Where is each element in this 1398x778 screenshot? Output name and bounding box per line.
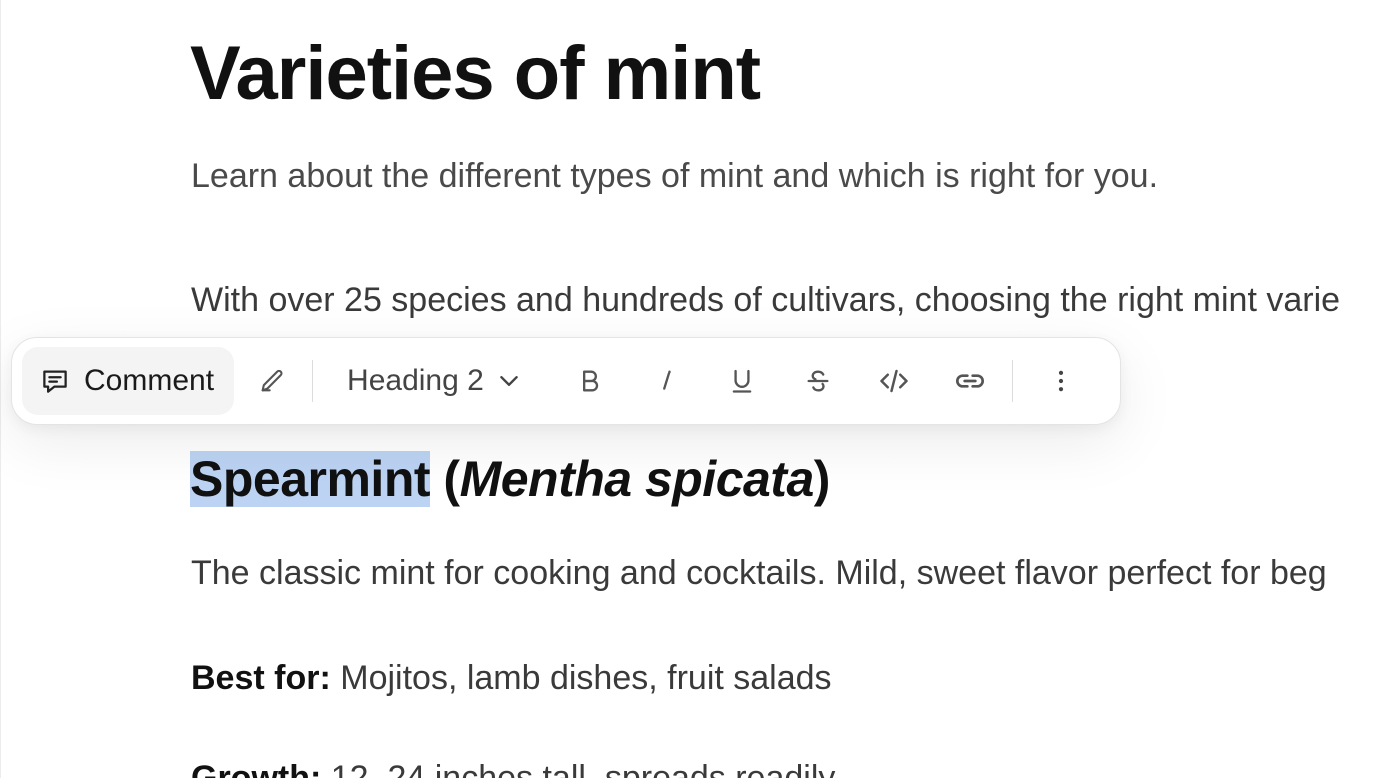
link-icon: [954, 365, 986, 397]
bold-icon: [576, 367, 604, 395]
link-button[interactable]: [940, 351, 1000, 411]
selected-text[interactable]: Spearmint: [190, 451, 431, 507]
intro-paragraph[interactable]: With over 25 species and hundreds of cul…: [191, 280, 1340, 320]
italic-icon: [652, 367, 680, 395]
text-style-dropdown[interactable]: Heading 2: [335, 351, 534, 411]
strikethrough-icon: [804, 367, 832, 395]
comment-label: Comment: [84, 364, 215, 397]
toolbar-divider: [312, 360, 314, 402]
underline-icon: [728, 367, 756, 395]
edit-button[interactable]: [242, 351, 302, 411]
document-subtitle[interactable]: Learn about the different types of mint …: [191, 156, 1158, 196]
more-vertical-icon: [1047, 367, 1075, 395]
best-for-value: Mojitos, lamb dishes, fruit salads: [330, 659, 832, 697]
comment-button[interactable]: Comment: [22, 347, 235, 415]
toolbar-divider-2: [1011, 360, 1013, 402]
growth-label: Growth:: [191, 759, 322, 778]
code-icon: [879, 366, 909, 396]
growth-line[interactable]: Growth: 12–24 inches tall, spreads readi…: [191, 758, 835, 778]
heading-scientific-name: Mentha spicata: [459, 451, 815, 507]
code-button[interactable]: [864, 351, 924, 411]
italic-button[interactable]: [636, 351, 696, 411]
heading-paren-close: ): [813, 451, 831, 507]
section-heading[interactable]: Spearmint (Mentha spicata): [190, 444, 830, 514]
strikethrough-button[interactable]: [788, 351, 848, 411]
best-for-line[interactable]: Best for: Mojitos, lamb dishes, fruit sa…: [191, 658, 832, 698]
floating-format-toolbar: Comment Heading 2: [11, 337, 1121, 425]
underline-button[interactable]: [712, 351, 772, 411]
more-options-button[interactable]: [1031, 351, 1091, 411]
pencil-icon: [258, 367, 286, 395]
document-title[interactable]: Varieties of mint: [190, 30, 761, 118]
best-for-label: Best for:: [191, 659, 331, 697]
growth-value: 12–24 inches tall, spreads readily: [321, 759, 836, 778]
heading-paren-open: (: [430, 451, 460, 507]
text-style-label: Heading 2: [347, 364, 484, 397]
left-border: [0, 0, 1, 778]
chevron-down-icon: [496, 368, 522, 394]
comment-icon: [40, 366, 70, 396]
editor-page: Varieties of mint Learn about the differ…: [0, 0, 1398, 778]
bold-button[interactable]: [560, 351, 620, 411]
section-description[interactable]: The classic mint for cooking and cocktai…: [191, 553, 1327, 593]
